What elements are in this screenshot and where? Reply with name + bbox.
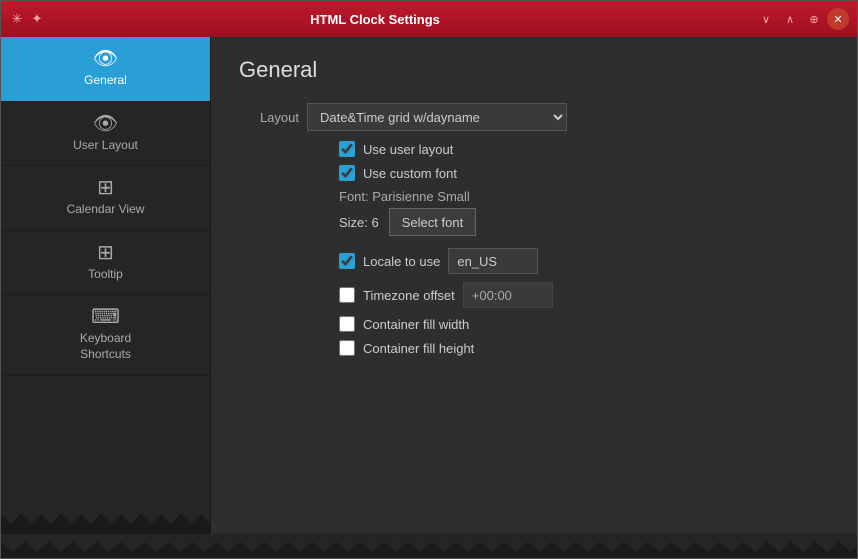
use-custom-font-checkbox[interactable] [339, 165, 355, 181]
layout-select[interactable]: Date&Time grid w/dayname Date&Time grid … [307, 103, 567, 131]
sidebar-item-tooltip[interactable]: ⊞ Tooltip [1, 231, 210, 296]
main-window: ✳ ✦ HTML Clock Settings ∨ ∧ ⊕ ✕ 👁 Genera… [0, 0, 858, 559]
sidebar-item-calendar-view[interactable]: ⊞ Calendar View [1, 166, 210, 231]
font-row: Size: 6 Select font [339, 208, 829, 236]
window-bottom-decoration [1, 534, 857, 558]
settings-content: General Layout Date&Time grid w/dayname … [211, 37, 857, 534]
timezone-checkbox[interactable] [339, 287, 355, 303]
layout-label: Layout [239, 110, 299, 125]
locale-row: Locale to use [339, 248, 829, 274]
sidebar-item-calendar-label: Calendar View [67, 202, 145, 218]
sidebar-bottom [1, 376, 210, 534]
use-user-layout-label[interactable]: Use user layout [363, 142, 453, 157]
font-name-label: Font: Parisienne Small [339, 189, 470, 204]
font-name-info: Font: Parisienne Small [339, 189, 829, 204]
use-custom-font-row: Use custom font [339, 165, 829, 181]
page-title: General [239, 57, 829, 83]
container-fill-height-row: Container fill height [339, 340, 829, 356]
keyboard-icon: ⌨ [91, 307, 120, 327]
window-bottom-zigzag [1, 534, 857, 558]
titlebar: ✳ ✦ HTML Clock Settings ∨ ∧ ⊕ ✕ [1, 1, 857, 37]
refresh-button[interactable]: ⊕ [803, 8, 825, 30]
sidebar: 👁 General 👁 User Layout ⊞ Calendar View … [1, 37, 211, 534]
select-font-button[interactable]: Select font [389, 208, 476, 236]
sidebar-item-keyboard-label: Keyboard Shortcuts [80, 331, 131, 362]
container-fill-width-label[interactable]: Container fill width [363, 317, 469, 332]
sidebar-item-general[interactable]: 👁 General [1, 37, 210, 102]
general-icon: 👁 [93, 49, 118, 69]
window-controls: ∨ ∧ ⊕ ✕ [755, 8, 849, 30]
calendar-icon: ⊞ [97, 178, 114, 198]
timezone-input[interactable] [463, 282, 553, 308]
use-user-layout-checkbox[interactable] [339, 141, 355, 157]
timezone-label[interactable]: Timezone offset [363, 288, 455, 303]
locale-input[interactable] [448, 248, 538, 274]
sidebar-item-user-layout[interactable]: 👁 User Layout [1, 102, 210, 167]
container-fill-height-checkbox[interactable] [339, 340, 355, 356]
use-user-layout-row: Use user layout [339, 141, 829, 157]
timezone-row: Timezone offset [339, 282, 829, 308]
minimize-button[interactable]: ∨ [755, 8, 777, 30]
sidebar-item-tooltip-label: Tooltip [88, 267, 123, 283]
main-content: 👁 General 👁 User Layout ⊞ Calendar View … [1, 37, 857, 534]
locale-label[interactable]: Locale to use [363, 254, 440, 269]
sidebar-item-keyboard-shortcuts[interactable]: ⌨ Keyboard Shortcuts [1, 295, 210, 375]
locale-checkbox[interactable] [339, 253, 355, 269]
font-size-label: Size: 6 [339, 215, 379, 230]
container-fill-width-checkbox[interactable] [339, 316, 355, 332]
sidebar-zigzag [1, 494, 210, 534]
sidebar-item-user-layout-label: User Layout [73, 138, 138, 154]
container-fill-height-label[interactable]: Container fill height [363, 341, 474, 356]
close-button[interactable]: ✕ [827, 8, 849, 30]
tooltip-icon: ⊞ [97, 243, 114, 263]
container-fill-width-row: Container fill width [339, 316, 829, 332]
sidebar-item-general-label: General [84, 73, 127, 89]
window-title: HTML Clock Settings [1, 12, 749, 27]
use-custom-font-label[interactable]: Use custom font [363, 166, 457, 181]
layout-row: Layout Date&Time grid w/dayname Date&Tim… [239, 103, 829, 131]
maximize-button[interactable]: ∧ [779, 8, 801, 30]
user-layout-icon: 👁 [93, 114, 118, 134]
